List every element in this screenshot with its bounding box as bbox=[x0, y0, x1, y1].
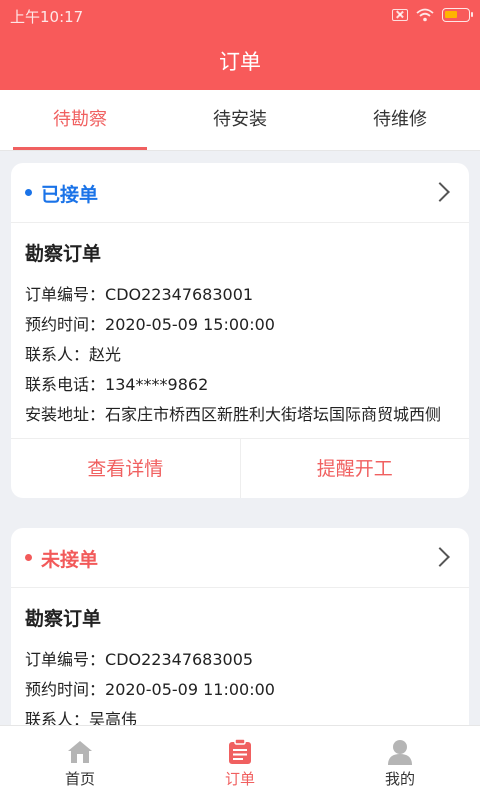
order-type: 勘察订单 bbox=[25, 243, 102, 265]
order-card-header[interactable]: 未接单 bbox=[11, 528, 469, 588]
phone-value: 134****9862 bbox=[105, 375, 209, 394]
phone-label: 联系电话： bbox=[25, 375, 106, 394]
appointment-time-value: 2020-05-09 11:00:00 bbox=[105, 680, 275, 699]
order-status: 已接单 bbox=[41, 184, 99, 206]
appointment-time-row: 预约时间： 2020-05-09 15:00:00 bbox=[25, 310, 455, 340]
contact-row: 联系人： 吴高伟 bbox=[25, 705, 455, 725]
address-label: 安装地址： bbox=[25, 405, 106, 424]
user-icon bbox=[388, 740, 412, 765]
appointment-time-row: 预约时间： 2020-05-09 11:00:00 bbox=[25, 675, 455, 705]
order-card-actions: 查看详情 提醒开工 bbox=[11, 438, 469, 498]
tab-install[interactable]: 待安装 bbox=[160, 90, 320, 150]
order-number-value: CDO22347683005 bbox=[105, 650, 254, 669]
order-status: 未接单 bbox=[41, 549, 99, 571]
nav-orders[interactable]: 订单 bbox=[160, 726, 320, 800]
appointment-time-value: 2020-05-09 15:00:00 bbox=[105, 315, 275, 334]
order-card: 未接单 勘察订单 订单编号： CDO22347683005 预约时间： 2020… bbox=[11, 528, 469, 725]
order-card-body: 勘察订单 订单编号： CDO22347683005 预约时间： 2020-05-… bbox=[11, 588, 469, 725]
contact-value: 赵光 bbox=[89, 345, 122, 364]
remind-start-button[interactable]: 提醒开工 bbox=[239, 439, 470, 498]
address-value: 石家庄市桥西区新胜利大街塔坛国际商贸城西侧 bbox=[105, 405, 442, 424]
appointment-time-label: 预约时间： bbox=[25, 680, 106, 699]
order-number-label: 订单编号： bbox=[25, 285, 106, 304]
wifi-icon bbox=[416, 8, 434, 22]
chevron-right-icon[interactable] bbox=[430, 547, 450, 567]
order-card: 已接单 勘察订单 订单编号： CDO22347683001 预约时间： 2020… bbox=[11, 163, 469, 498]
app-header: 上午10:17 订单 bbox=[0, 0, 480, 90]
nav-orders-label: 订单 bbox=[224, 770, 255, 788]
order-card-body: 勘察订单 订单编号： CDO22347683001 预约时间： 2020-05-… bbox=[11, 223, 469, 438]
contact-row: 联系人： 赵光 bbox=[25, 340, 455, 370]
address-row: 安装地址： 石家庄市桥西区新胜利大街塔坛国际商贸城西侧 bbox=[25, 400, 455, 430]
order-tabs: 待勘察 待安装 待维修 bbox=[0, 90, 480, 151]
nav-profile-label: 我的 bbox=[384, 770, 415, 788]
nav-home[interactable]: 首页 bbox=[0, 726, 160, 800]
battery-icon bbox=[442, 8, 473, 22]
page-title: 订单 bbox=[219, 50, 261, 74]
order-icon bbox=[229, 739, 251, 764]
order-type: 勘察订单 bbox=[25, 608, 102, 630]
order-number-row: 订单编号： CDO22347683001 bbox=[25, 280, 455, 310]
bottom-nav: 首页 订单 我的 bbox=[0, 725, 480, 800]
contact-label: 联系人： bbox=[25, 710, 90, 725]
nav-profile[interactable]: 我的 bbox=[320, 726, 480, 800]
order-number-label: 订单编号： bbox=[25, 650, 106, 669]
status-dot bbox=[25, 554, 32, 561]
status-time: 上午10:17 bbox=[10, 8, 84, 26]
tab-repair[interactable]: 待维修 bbox=[320, 90, 480, 150]
nav-home-label: 首页 bbox=[64, 770, 95, 788]
order-number-value: CDO22347683001 bbox=[105, 285, 254, 304]
order-card-header[interactable]: 已接单 bbox=[11, 163, 469, 223]
status-dot bbox=[25, 189, 32, 196]
status-bar: 上午10:17 bbox=[0, 0, 480, 30]
chevron-right-icon[interactable] bbox=[430, 182, 450, 202]
contact-label: 联系人： bbox=[25, 345, 90, 364]
tab-survey[interactable]: 待勘察 bbox=[0, 90, 160, 150]
home-icon bbox=[68, 741, 92, 763]
order-number-row: 订单编号： CDO22347683005 bbox=[25, 645, 455, 675]
no-sim-icon bbox=[392, 9, 408, 21]
order-list[interactable]: 已接单 勘察订单 订单编号： CDO22347683001 预约时间： 2020… bbox=[0, 151, 480, 725]
appointment-time-label: 预约时间： bbox=[25, 315, 106, 334]
phone-row: 联系电话： 134****9862 bbox=[25, 370, 455, 400]
view-details-button[interactable]: 查看详情 bbox=[11, 439, 240, 498]
status-icons bbox=[392, 6, 473, 24]
contact-value: 吴高伟 bbox=[89, 710, 138, 725]
